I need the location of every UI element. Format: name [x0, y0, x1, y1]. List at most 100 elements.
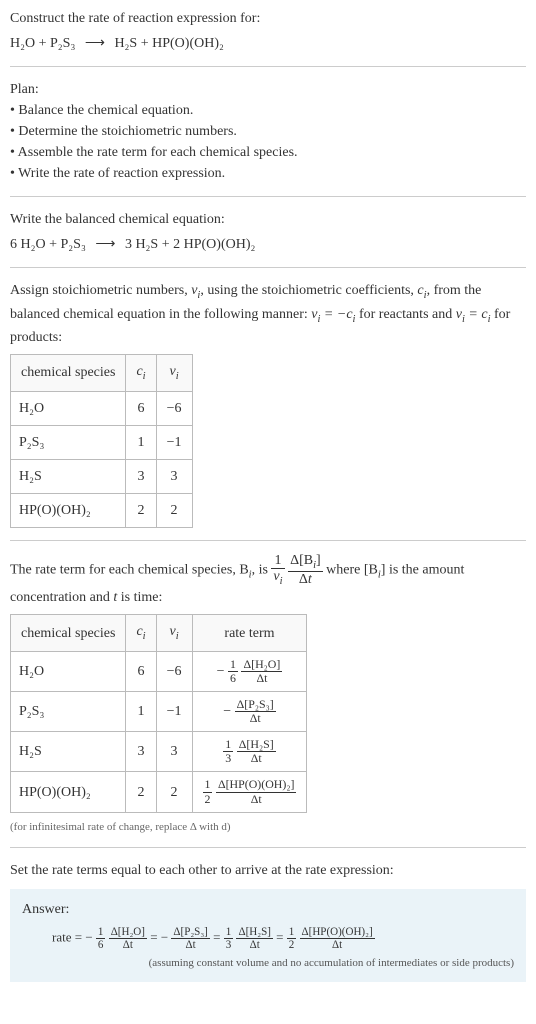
- cell-nui: −6: [156, 391, 192, 425]
- coef-fraction: 13: [223, 738, 233, 765]
- cell-species: H₂S: [11, 732, 126, 772]
- rateterm-section: The rate term for each chemical species,…: [10, 553, 526, 836]
- cell-rateterm: 13 Δ[H₂S]Δt: [192, 732, 307, 772]
- col-ci: ci: [126, 615, 156, 652]
- final-section: Set the rate terms equal to each other t…: [10, 860, 526, 982]
- text-fragment: Assign stoichiometric numbers,: [10, 283, 191, 298]
- delta-fraction: Δ[P₂S₃]Δt: [235, 698, 276, 725]
- table-row: H₂O 6 −6: [11, 391, 193, 425]
- cell-ci: 6: [126, 651, 156, 691]
- c-i-symbol: ci: [417, 283, 426, 298]
- coef: 6: [10, 237, 17, 252]
- unbalanced-equation: H₂O + P₂S₃ ⟶ H₂S + HP(O)(OH)₂: [10, 33, 526, 54]
- cell-ci: 1: [126, 425, 156, 459]
- product-1: H₂S: [114, 36, 137, 51]
- one-over-nu-fraction: 1νi: [271, 553, 284, 588]
- plus-sign: +: [141, 36, 152, 51]
- cell-species: H₂O: [11, 651, 126, 691]
- plan-step: Balance the chemical equation.: [10, 100, 526, 121]
- delta-fraction: Δ[H₂S]Δt: [236, 926, 272, 951]
- product-2: HP(O)(OH)₂: [152, 36, 224, 51]
- coef-fraction: 12: [203, 778, 213, 805]
- table-row: H₂O 6 −6 − 16 Δ[H₂O]Δt: [11, 651, 307, 691]
- cell-ci: 6: [126, 391, 156, 425]
- coef-fraction: 16: [96, 926, 106, 951]
- delta-bi-fraction: Δ[Bi]Δt: [288, 553, 323, 588]
- equals-sign: =: [276, 930, 287, 945]
- table-header-row: chemical species ci νi: [11, 355, 193, 392]
- balanced-section: Write the balanced chemical equation: 6 …: [10, 209, 526, 255]
- cell-ci: 1: [126, 692, 156, 732]
- cell-nui: −1: [156, 692, 192, 732]
- cell-species: HP(O)(OH)₂: [11, 493, 126, 527]
- plan-section: Plan: Balance the chemical equation. Det…: [10, 79, 526, 184]
- rateterm-table: chemical species ci νi rate term H₂O 6 −…: [10, 614, 307, 812]
- equals-sign: =: [150, 930, 161, 945]
- cell-nui: 2: [156, 493, 192, 527]
- balanced-title: Write the balanced chemical equation:: [10, 209, 526, 230]
- rate-expression: rate = − 16 Δ[H₂O]Δt = − Δ[P₂S₃]Δt = 13 …: [22, 926, 514, 951]
- col-nui: νi: [156, 615, 192, 652]
- plus-sign: +: [39, 36, 50, 51]
- col-rateterm: rate term: [192, 615, 307, 652]
- rate-lhs: rate =: [52, 930, 82, 945]
- text-fragment: is time:: [117, 590, 162, 605]
- text-fragment: where [B: [326, 562, 378, 577]
- equals-sign: =: [213, 930, 224, 945]
- plan-step: Assemble the rate term for each chemical…: [10, 142, 526, 163]
- plus-sign: +: [49, 237, 60, 252]
- plan-step: Write the rate of reaction expression.: [10, 163, 526, 184]
- text-fragment: for reactants and: [355, 307, 455, 322]
- cell-ci: 3: [126, 459, 156, 493]
- cell-nui: −1: [156, 425, 192, 459]
- species: HP(O)(OH)₂: [184, 237, 256, 252]
- delta-fraction: Δ[H₂S]Δt: [237, 738, 276, 765]
- plan-list: Balance the chemical equation. Determine…: [10, 100, 526, 184]
- stoich-text: Assign stoichiometric numbers, νi, using…: [10, 280, 526, 348]
- cell-species: H₂S: [11, 459, 126, 493]
- species: H₂S: [135, 237, 158, 252]
- text-fragment: , using the stoichiometric coefficients,: [200, 283, 417, 298]
- cell-nui: 2: [156, 772, 192, 812]
- relation-reactants: νi = −ci: [311, 307, 355, 322]
- infinitesimal-note: (for infinitesimal rate of change, repla…: [10, 819, 526, 836]
- col-species: chemical species: [11, 615, 126, 652]
- reactant-2: P₂S₃: [50, 36, 75, 51]
- coef-fraction: 12: [287, 926, 297, 951]
- cell-rateterm: − Δ[P₂S₃]Δt: [192, 692, 307, 732]
- col-ci: ci: [126, 355, 156, 392]
- delta-fraction: Δ[H₂O]Δt: [109, 926, 147, 951]
- delta-fraction: Δ[P₂S₃]Δt: [171, 926, 209, 951]
- balanced-equation: 6 H₂O + P₂S₃ ⟶ 3 H₂S + 2 HP(O)(OH)₂: [10, 234, 526, 255]
- stoich-section: Assign stoichiometric numbers, νi, using…: [10, 280, 526, 528]
- answer-label: Answer:: [22, 899, 514, 920]
- col-species: chemical species: [11, 355, 126, 392]
- delta-fraction: Δ[HP(O)(OH)₂]Δt: [216, 778, 297, 805]
- cell-nui: 3: [156, 459, 192, 493]
- reaction-arrow-icon: ⟶: [85, 33, 105, 54]
- table-row: HP(O)(OH)₂ 2 2: [11, 493, 193, 527]
- assumption-note: (assuming constant volume and no accumul…: [22, 955, 514, 972]
- table-row: H₂S 3 3 13 Δ[H₂S]Δt: [11, 732, 307, 772]
- table-row: H₂S 3 3: [11, 459, 193, 493]
- plus-sign: +: [162, 237, 173, 252]
- delta-fraction: Δ[HP(O)(OH)₂]Δt: [300, 926, 375, 951]
- relation-products: νi = ci: [456, 307, 491, 322]
- species: P₂S₃: [61, 237, 86, 252]
- divider: [10, 847, 526, 848]
- species: H₂O: [21, 237, 46, 252]
- sign: −: [85, 930, 92, 945]
- text-fragment: The rate term for each chemical species,…: [10, 562, 249, 577]
- plan-step: Determine the stoichiometric numbers.: [10, 121, 526, 142]
- cell-species: P₂S₃: [11, 425, 126, 459]
- coef-fraction: 13: [224, 926, 234, 951]
- cell-nui: 3: [156, 732, 192, 772]
- divider: [10, 267, 526, 268]
- cell-nui: −6: [156, 651, 192, 691]
- delta-fraction: Δ[H₂O]Δt: [241, 658, 282, 685]
- divider: [10, 196, 526, 197]
- sign: −: [223, 704, 231, 719]
- reactant-1: H₂O: [10, 36, 35, 51]
- cell-species: H₂O: [11, 391, 126, 425]
- coef: 2: [173, 237, 180, 252]
